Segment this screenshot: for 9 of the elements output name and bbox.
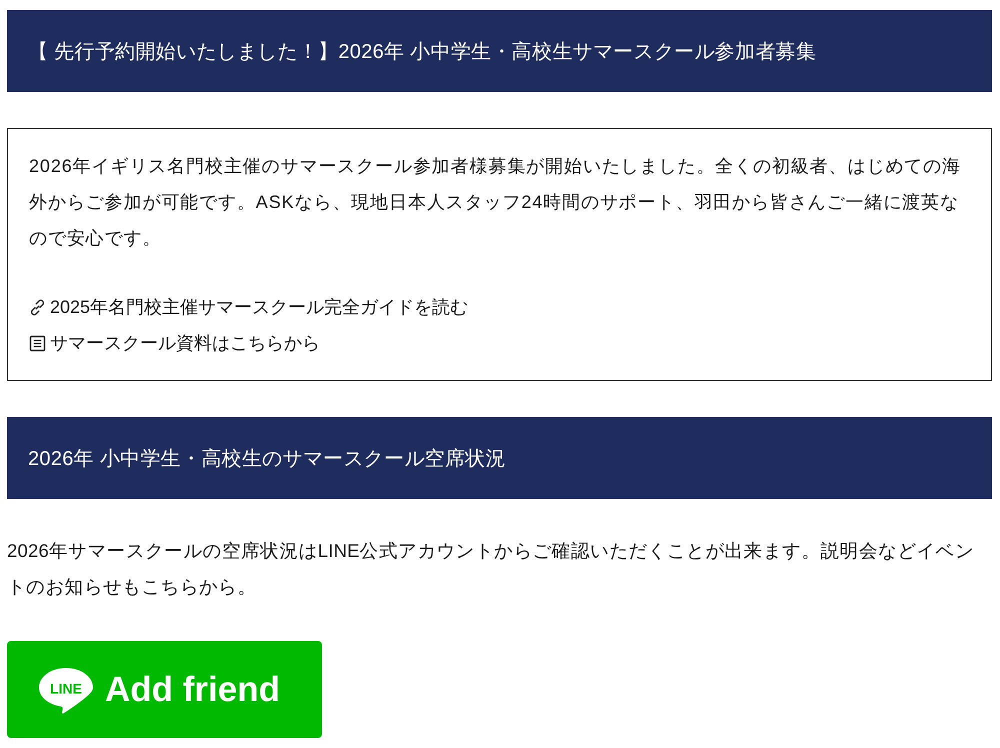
text-link[interactable]: 2025年名門校主催サマースクール完全ガイドを読む xyxy=(29,289,468,325)
availability-paragraph: 2026年サマースクールの空席状況はLINE公式アカウントからご確認いただくことが出来ます。説明会などイベントのお知らせもこちらから。 xyxy=(7,539,976,599)
document-icon xyxy=(29,334,46,352)
chain-link-icon xyxy=(29,298,46,316)
text-link[interactable]: サマースクール資料はこちらから xyxy=(29,325,320,361)
notice-paragraph: 2026年イギリス名門校主催のサマースクール参加者様募集が開始いたしました。全くの初級者、はじめての海外からご参加が可能です。ASKなら、現地日本人スタッフ24時間のサポート、羽田から皆さんご一緒に渡英なので安心です。 xyxy=(29,155,962,250)
chat-bubble-logo: LINE xyxy=(37,666,95,714)
section-heading: 2026年 小中学生・高校生のサマースクール空席状況 xyxy=(28,446,506,472)
section-heading: 【 先行予約開始いたしました！】2026年 小中学生・高校生サマースクール参加者募集 xyxy=(28,40,816,64)
